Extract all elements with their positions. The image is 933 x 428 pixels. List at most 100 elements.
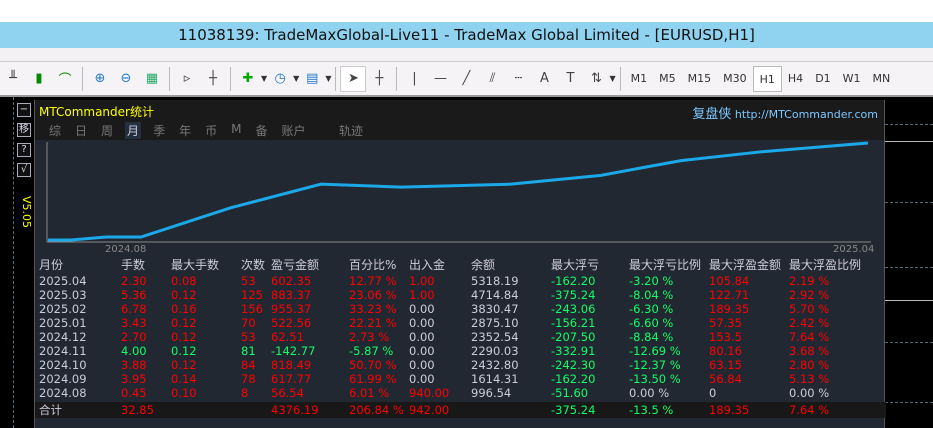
cell-11: 2.42 % — [789, 316, 830, 330]
auto-scroll-icon[interactable]: ▹ — [174, 66, 200, 92]
cell-7: 1614.31 — [471, 372, 519, 386]
cell-5: 33.23 % — [349, 302, 397, 316]
help-button[interactable]: ? — [17, 143, 31, 157]
cell-3: 84 — [241, 358, 256, 372]
cell-1: 0.45 — [121, 386, 147, 400]
candlestick-icon[interactable]: ▮ — [26, 66, 52, 92]
text-icon[interactable]: A — [531, 66, 557, 92]
cell-11: 2.92 % — [789, 288, 830, 302]
tab-2[interactable]: 周 — [99, 122, 115, 139]
grid-line — [13, 97, 14, 428]
minimize-button[interactable]: − — [17, 103, 31, 117]
trendline-icon[interactable]: ╱ — [453, 66, 479, 92]
indicators-icon[interactable]: ✚ — [235, 66, 261, 92]
cell-7: 2290.03 — [471, 344, 519, 358]
cell-10: 105.84 — [709, 274, 750, 288]
cell-1: 5.36 — [121, 288, 147, 302]
cell-2: 0.12 — [171, 344, 197, 358]
tile-windows-icon[interactable]: ▦ — [139, 66, 165, 92]
table-total-row: 合计 32.85 4376.19 206.84 % 942.00 -375.24 -13.5… — [35, 402, 886, 418]
x-tick-end: 2025.04 — [833, 244, 874, 255]
cursor-icon[interactable]: ➤ — [340, 65, 367, 92]
cell-0: 2024.08 — [39, 386, 87, 400]
divider — [335, 66, 337, 91]
cell-10: 189.35 — [709, 302, 750, 316]
zoom-out-icon[interactable]: ⊖ — [113, 66, 139, 92]
cell-10: 0 — [709, 386, 717, 400]
grid-line — [885, 124, 933, 125]
cell-6: 0.00 — [409, 372, 435, 386]
cell-6: 0.00 — [409, 344, 435, 358]
cell-11: 5.70 % — [789, 302, 830, 316]
cell-10: 153.5 — [709, 330, 742, 344]
tab-0[interactable]: 综 — [47, 122, 63, 139]
timeframe-m1[interactable]: M1 — [625, 66, 654, 92]
timeframe-m5[interactable]: M5 — [653, 66, 682, 92]
monthly-stats-table: 月份 手数 最大手数 次数 盈亏金额 百分比% 出入金 余额 最大浮亏 最大浮亏比例 最大浮盈金额最… — [35, 257, 886, 418]
grid-line — [885, 267, 933, 268]
cell-8: 最大浮亏 — [551, 258, 600, 272]
cell-11: 2.80 % — [789, 358, 830, 372]
text-label-icon[interactable]: T — [557, 66, 583, 92]
cell-4: -142.77 — [271, 344, 316, 358]
timeframe-mn[interactable]: MN — [867, 66, 897, 92]
confirm-button[interactable]: √ — [17, 163, 31, 177]
bar-chart-icon[interactable]: ╨ — [0, 66, 26, 92]
cell-10: 56.84 — [709, 372, 742, 386]
cell-3: 70 — [241, 316, 256, 330]
cell-10: 189.35 — [709, 403, 750, 417]
zoom-in-icon[interactable]: ⊕ — [87, 66, 113, 92]
tab-7[interactable]: M — [229, 122, 243, 139]
table-row: 2025.02 6.78 0.16 156 955.37 33.23 % 0.00 3830.… — [35, 302, 886, 316]
cell-8: -332.91 — [551, 344, 596, 358]
timeframe-h1[interactable]: H1 — [752, 65, 782, 92]
tab-1[interactable]: 日 — [73, 122, 89, 139]
x-tick-start: 2024.08 — [105, 244, 146, 255]
divider — [169, 66, 170, 91]
move-button[interactable]: 移 — [17, 123, 31, 137]
timeframe-m15[interactable]: M15 — [682, 66, 718, 92]
timeframe-w1[interactable]: W1 — [837, 66, 867, 92]
cell-0: 2025.03 — [39, 288, 87, 302]
crosshair-icon[interactable]: ┼ — [366, 66, 392, 92]
tab-8[interactable]: 备 — [253, 122, 269, 139]
templates-icon[interactable]: ▤ — [299, 66, 325, 92]
equity-line — [48, 141, 869, 242]
cell-9: -8.04 % — [629, 288, 674, 302]
tab-3[interactable]: 月 — [125, 122, 142, 139]
chart-shift-icon[interactable]: ┼ — [200, 66, 226, 92]
cell-1: 3.43 — [121, 316, 147, 330]
arrows-icon[interactable]: ⇅ — [583, 66, 609, 92]
timeframe-h4[interactable]: H4 — [782, 66, 809, 92]
cell-4: 522.56 — [271, 316, 312, 330]
cell-5: 50.70 % — [349, 358, 397, 372]
cell-8: -242.30 — [551, 358, 596, 372]
cell-5: 百分比% — [349, 258, 397, 272]
tab-trail[interactable]: 轨迹 — [339, 122, 363, 139]
grid-line — [885, 342, 933, 343]
website-link[interactable]: 复盘侠 http://MTCommander.com — [692, 103, 878, 122]
line-chart-icon[interactable]: ⌒ — [52, 66, 78, 92]
tab-6[interactable]: 币 — [203, 122, 219, 139]
cell-10: 63.15 — [709, 358, 742, 372]
grid-line — [885, 202, 933, 203]
tab-9[interactable]: 账户 — [279, 122, 307, 139]
timeframe-m30[interactable]: M30 — [717, 66, 753, 92]
tab-5[interactable]: 年 — [177, 122, 193, 139]
equidistant-channel-icon[interactable]: ⫽ — [479, 66, 505, 92]
table-row: 2025.04 2.30 0.08 53 602.35 12.77 % 1.00 5318.1… — [35, 274, 886, 288]
table-row: 2024.08 0.45 0.10 8 56.54 6.01 % 940.00 996.54 -… — [35, 386, 886, 400]
timeframe-d1[interactable]: D1 — [809, 66, 836, 92]
fibonacci-icon[interactable]: ┄ — [505, 66, 531, 92]
cell-4: 62.51 — [271, 330, 304, 344]
cell-1: 2.30 — [121, 274, 147, 288]
cell-2: 0.12 — [171, 288, 197, 302]
toolbar: ╨ ▮ ⌒ ⊕ ⊖ ▦ ▹ ┼ ✚ ▼ ◷ ▼ ▤ ▼ ➤ ┼ | — ╱ ⫽ ┄ A… — [0, 62, 933, 97]
horizontal-line-icon[interactable]: — — [427, 66, 453, 92]
cell-1: 2.70 — [121, 330, 147, 344]
cell-7: 3830.47 — [471, 302, 519, 316]
periods-clock-icon[interactable]: ◷ — [267, 66, 293, 92]
tab-4[interactable]: 季 — [151, 122, 167, 139]
window-title: 11038139: TradeMaxGlobal-Live11 - TradeM… — [0, 22, 933, 48]
vertical-line-icon[interactable]: | — [401, 66, 427, 92]
